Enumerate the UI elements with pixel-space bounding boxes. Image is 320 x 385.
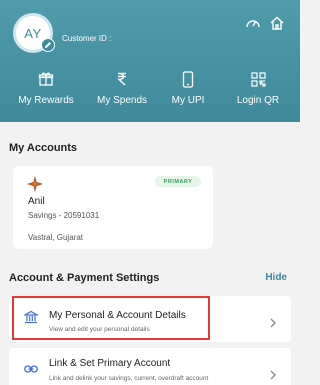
my-upi-button[interactable]: My UPI	[168, 70, 208, 110]
home-icon[interactable]	[268, 14, 286, 32]
link-account-title: Link & Set Primary Account	[49, 358, 171, 369]
gift-icon	[38, 70, 54, 88]
link-account-subtitle: Link and delink your savings, current, o…	[49, 375, 209, 382]
login-qr-button[interactable]: Login QR	[234, 70, 282, 110]
account-holder-name: Anil	[28, 196, 45, 207]
account-number: Savings - 20591031	[28, 211, 100, 220]
highlight-box	[12, 296, 210, 340]
chevron-right-icon	[268, 317, 278, 329]
phone-icon	[182, 70, 194, 88]
speedometer-icon[interactable]	[244, 14, 262, 32]
login-qr-label: Login QR	[236, 95, 280, 106]
customer-id-label: Customer ID :	[62, 34, 112, 43]
account-location: Vastral, Gujarat	[28, 233, 83, 242]
my-spends-label: My Spends	[96, 95, 148, 106]
avatar-initials: AY	[24, 25, 42, 41]
content-panel	[0, 122, 300, 385]
account-payment-settings-title: Account & Payment Settings	[9, 272, 160, 284]
qr-icon	[250, 70, 266, 88]
my-spends-button[interactable]: My Spends	[94, 70, 150, 110]
link-icon	[23, 361, 39, 377]
rupee-icon	[114, 70, 130, 88]
my-rewards-label: My Rewards	[18, 95, 74, 106]
primary-badge: PRIMARY	[155, 176, 201, 187]
my-accounts-title: My Accounts	[9, 142, 78, 154]
edit-pencil-icon[interactable]	[41, 38, 55, 52]
account-card[interactable]: PRIMARY Anil Savings - 20591031 Vastral,…	[13, 166, 213, 249]
my-upi-label: My UPI	[171, 95, 205, 106]
link-primary-account-row[interactable]: Link & Set Primary Account Link and deli…	[9, 348, 291, 385]
my-rewards-button[interactable]: My Rewards	[18, 70, 74, 110]
hide-link[interactable]: Hide	[265, 272, 287, 283]
bank-logo-icon	[27, 176, 43, 197]
chevron-right-icon	[268, 369, 278, 381]
profile-header: AY Customer ID : My Rewards My Spends My…	[0, 0, 300, 122]
